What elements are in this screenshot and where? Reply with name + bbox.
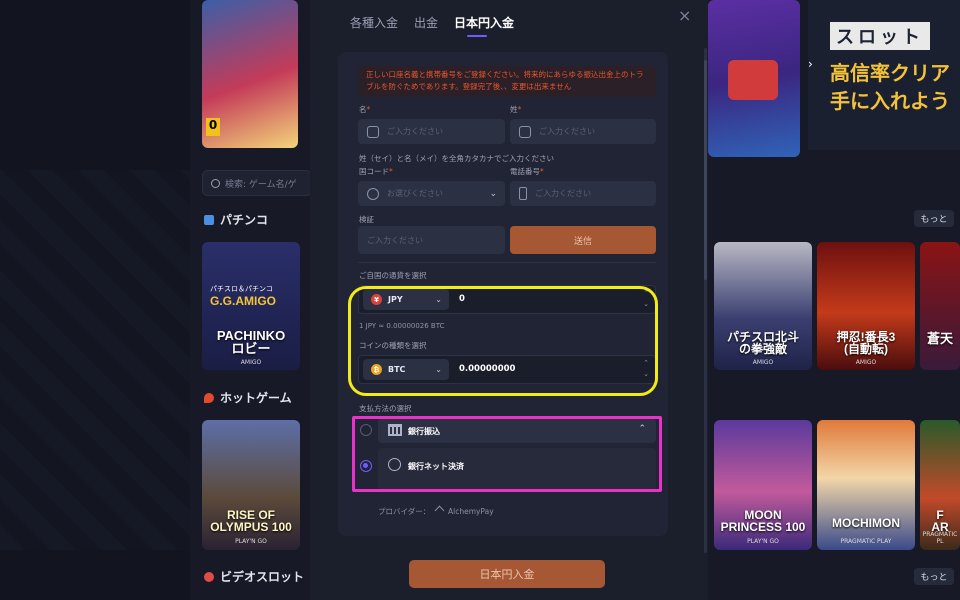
first-name-label: 姓* [510, 105, 522, 114]
game-title: MOON PRINCESS 100 [720, 507, 806, 535]
search-placeholder: 検索: ゲーム名/ゲ [225, 179, 297, 190]
game-title: 蒼天 [926, 331, 953, 347]
placeholder: ご入力ください [367, 235, 423, 245]
game-provider: AMIGO [240, 359, 262, 366]
phone-icon [519, 187, 527, 200]
more-button-pachinko[interactable]: もっと [914, 210, 954, 227]
provider-logo-icon [434, 505, 445, 516]
badge-zero: 0 [206, 118, 220, 136]
last-name-label: 名* [359, 105, 371, 114]
game-provider: AMIGO [855, 359, 877, 366]
modal-tabs: 各種入金 出金 日本円入金 [350, 14, 514, 39]
country-code-label: 国コード* [359, 167, 393, 176]
provider-label: プロバイダー： [378, 507, 431, 516]
pay-method-label: 支払方法の選択 [359, 404, 412, 413]
promo-headline: 高信率クリア 手に入れよう [830, 63, 950, 113]
phone-label: 電話番号* [510, 167, 544, 176]
close-icon[interactable]: × [678, 6, 691, 25]
first-name-field[interactable]: ご入力ください [510, 119, 656, 144]
section-label: ビデオスロット [220, 570, 305, 584]
banner-machine [728, 60, 778, 100]
game-tile-partial[interactable]: F AR PRAGMATIC PL [920, 420, 960, 550]
warning-notice: 正しい口座名義と携帯番号をご登録ください。将来的にあらゆる振込出金上のトラブルを… [358, 66, 656, 97]
placeholder: ご入力ください [539, 127, 595, 136]
globe-icon [367, 187, 379, 200]
chevron-right-icon[interactable]: › [808, 57, 813, 71]
section-label: パチンコ [220, 213, 269, 227]
placeholder: ご入力ください [387, 127, 443, 136]
top-banner-left[interactable]: 0 [202, 0, 298, 148]
placeholder: お選びください [387, 189, 443, 198]
highlight-payment-section [352, 416, 662, 492]
game-tile-moon-princess[interactable]: MOON PRINCESS 100 PLAY'N GO [714, 420, 812, 550]
game-tile-pachinko-lobby[interactable]: パチスロ＆パチンコ G.G.AMIGO PACHINKO ロビー AMIGO [202, 242, 300, 370]
fire-icon [204, 392, 214, 403]
chevron-down-icon: ⌄ [489, 188, 497, 199]
section-label: ホットゲーム [220, 391, 292, 405]
katakana-hint: 姓（セイ）と名（メイ）を全角カタカナでご入力ください [359, 154, 554, 163]
promo-banner[interactable]: スロット 高信率クリア 手に入れよう [808, 0, 960, 150]
game-tile-banchou[interactable]: 押忍!番長3 (自動転) AMIGO [817, 242, 915, 370]
scrollbar-thumb[interactable] [704, 60, 707, 280]
currency-label: ご自国の通貨を選択 [359, 271, 427, 280]
last-name-field[interactable]: ご入力ください [358, 119, 505, 144]
section-video-slot-title: ビデオスロット [204, 568, 304, 585]
game-title: PACHINKO ロビー [216, 327, 286, 357]
send-code-button[interactable]: 送信 [510, 226, 656, 254]
game-tile-souten[interactable]: 蒼天 [920, 242, 960, 370]
game-sublogo: パチスロ＆パチンコ [210, 285, 273, 293]
top-banner-right[interactable] [708, 0, 800, 157]
id-card-icon [367, 125, 379, 138]
game-tile-mochimon[interactable]: MOCHIMON PRAGMATIC PLAY [817, 420, 915, 550]
tab-deposits[interactable]: 各種入金 [350, 14, 398, 39]
country-code-select[interactable]: お選びください ⌄ [358, 181, 505, 206]
game-provider: PLAY'N GO [235, 538, 267, 545]
game-title: 押忍!番長3 (自動転) [836, 329, 896, 357]
search-icon [211, 178, 220, 188]
more-button-video-slot[interactable]: もっと [914, 568, 954, 585]
game-logo: G.G.AMIGO [210, 294, 276, 308]
divider [358, 262, 656, 263]
verification-label: 検証 [359, 215, 374, 224]
game-provider: PLAY'N GO [747, 538, 779, 545]
verification-field[interactable]: ご入力ください [358, 226, 505, 254]
game-title: RISE OF OLYMPUS 100 [210, 507, 292, 535]
section-hot-title: ホットゲーム [204, 389, 292, 406]
provider-info: プロバイダー： AlchemyPay [378, 505, 494, 517]
highlight-currency-section [348, 286, 658, 396]
provider-name: AlchemyPay [447, 507, 494, 516]
game-tile-rise-of-olympus[interactable]: RISE OF OLYMPUS 100 PLAY'N GO [202, 420, 300, 550]
tab-withdraw[interactable]: 出金 [414, 14, 438, 39]
id-card-icon [519, 125, 531, 138]
jpy-deposit-submit-button[interactable]: 日本円入金 [409, 560, 605, 588]
game-provider: PRAGMATIC PL [922, 531, 958, 545]
slot-icon [204, 571, 214, 582]
game-title: MOCHIMON [832, 516, 900, 531]
section-pachinko-title: パチンコ [204, 211, 268, 228]
game-tile-hokuto[interactable]: パチスロ北斗 の拳強敵 AMIGO [714, 242, 812, 370]
pachinko-icon [204, 214, 214, 225]
game-title: パチスロ北斗 の拳強敵 [726, 329, 799, 357]
tab-underline [467, 35, 487, 37]
search-input[interactable]: 検索: ゲーム名/ゲ [202, 170, 312, 196]
placeholder: ご入力ください [535, 189, 591, 198]
background-pattern [0, 170, 190, 550]
game-provider: PRAGMATIC PLAY [840, 538, 892, 545]
game-provider: AMIGO [752, 359, 774, 366]
promo-tag: スロット [830, 22, 930, 50]
phone-field[interactable]: ご入力ください [510, 181, 656, 206]
